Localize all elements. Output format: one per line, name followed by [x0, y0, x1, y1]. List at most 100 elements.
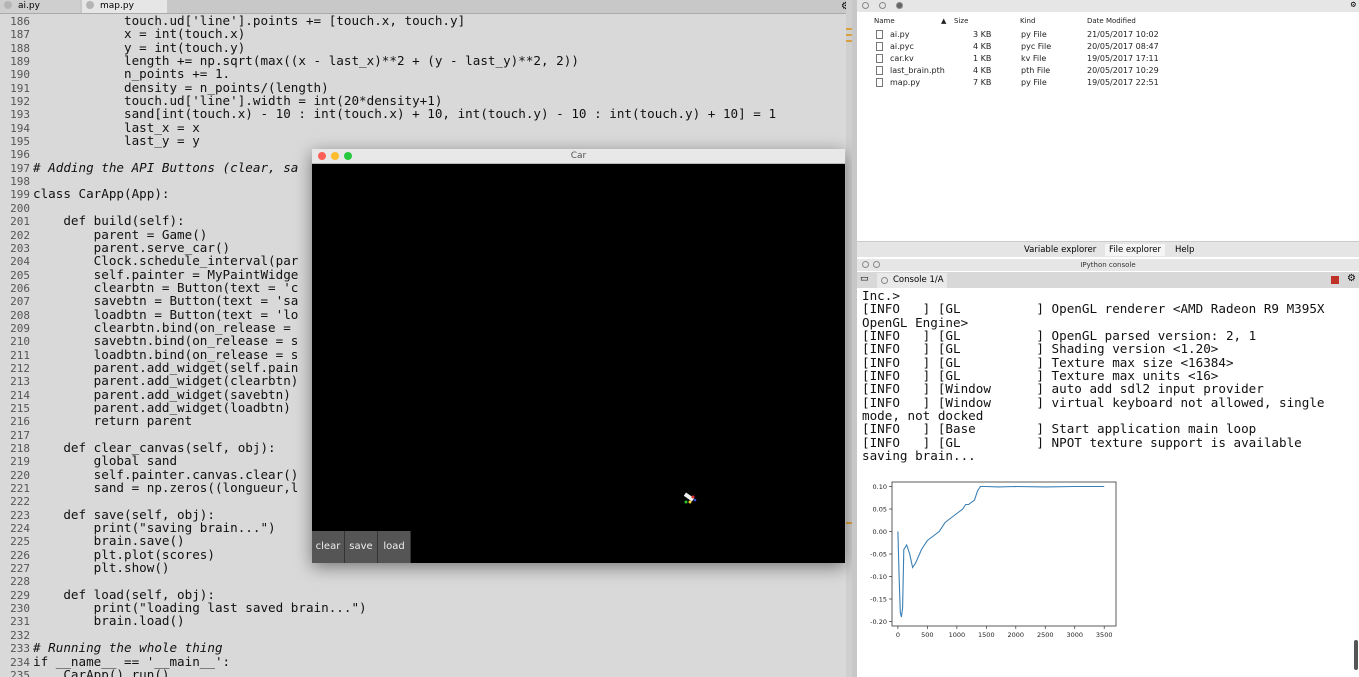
line-number: 228: [10, 575, 30, 589]
console-line: OpenGL Engine>: [862, 314, 969, 330]
code-line[interactable]: 227 plt.show(): [0, 561, 852, 575]
close-pane-icon[interactable]: [862, 261, 869, 268]
tab-label: map.py: [100, 1, 134, 11]
code-line[interactable]: 195 last_y = y: [0, 134, 852, 148]
file-row[interactable]: ai.pyc 4 KB pyc File 20/05/2017 08:47: [857, 41, 1359, 53]
file-size: 1 KB: [973, 54, 992, 63]
console-line: [INFO ] [Window ] auto add sdl2 input pr…: [862, 381, 1264, 397]
line-number: 204: [10, 255, 30, 269]
code-line[interactable]: 230 print("loading last saved brain..."): [0, 601, 852, 615]
car-window-titlebar[interactable]: Car: [312, 149, 845, 164]
car-window[interactable]: Car clear save load: [312, 149, 845, 563]
options-icon[interactable]: ⚙: [1351, 0, 1356, 10]
line-number: 190: [10, 68, 30, 82]
file-row[interactable]: car.kv 1 KB kv File 19/05/2017 17:11: [857, 53, 1359, 65]
file-kind: pyc File: [1021, 42, 1052, 51]
map-canvas[interactable]: clear save load: [312, 164, 845, 563]
x-tick-label: 2500: [1037, 631, 1054, 639]
line-number: 226: [10, 548, 30, 562]
tab-help[interactable]: Help: [1171, 244, 1198, 256]
column-kind[interactable]: Kind: [1020, 17, 1035, 25]
file-kind: py File: [1021, 30, 1047, 39]
code-line[interactable]: 188 y = int(touch.y): [0, 41, 852, 55]
column-size[interactable]: Size: [954, 17, 968, 25]
file-name: map.py: [890, 78, 921, 87]
line-number: 232: [10, 628, 30, 642]
code-line[interactable]: 235 CarApp().run(): [0, 668, 852, 677]
code-line[interactable]: 186 touch.ud['line'].points += [touch.x,…: [0, 14, 852, 28]
console-line: [INFO ] [GL ] NPOT texture support is av…: [862, 434, 1302, 450]
close-tab-icon[interactable]: [4, 1, 12, 9]
line-number: 235: [10, 668, 30, 677]
code-line[interactable]: 229 def load(self, obj):: [0, 588, 852, 602]
line-number: 189: [10, 55, 30, 69]
line-number: 225: [10, 535, 30, 549]
console-line: [INFO ] [Window ] virtual keyboard not a…: [862, 394, 1325, 410]
undock-pane-icon[interactable]: [873, 261, 880, 268]
line-number: 194: [10, 121, 30, 135]
console-scrollbar[interactable]: [1354, 640, 1358, 670]
file-kind: pth File: [1021, 66, 1051, 75]
line-number: 210: [10, 335, 30, 349]
code-line[interactable]: 192 touch.ud['line'].width = int(20*dens…: [0, 94, 852, 109]
code-line[interactable]: 194 last_x = x: [0, 121, 852, 135]
file-row[interactable]: ai.py 3 KB py File 21/05/2017 10:02: [857, 29, 1359, 41]
line-number: 211: [10, 348, 30, 362]
stop-icon[interactable]: [1331, 276, 1339, 284]
file-name: last_brain.pth: [890, 66, 945, 75]
close-tab-icon[interactable]: [881, 277, 888, 284]
column-name[interactable]: Name: [874, 17, 895, 25]
console-line: [INFO ] [GL ] OpenGL renderer <AMD Radeo…: [862, 301, 1325, 317]
tab-file-explorer[interactable]: File explorer: [1105, 244, 1166, 256]
minimize-window-icon[interactable]: [331, 152, 339, 160]
parent-dir-icon[interactable]: [896, 2, 903, 9]
line-number: 186: [10, 15, 30, 28]
line-number: 197: [10, 161, 30, 175]
tab-variable-explorer[interactable]: Variable explorer: [1020, 244, 1100, 256]
code-line[interactable]: 189 length += np.sqrt(max((x - last_x)**…: [0, 54, 852, 69]
code-line[interactable]: 187 x = int(touch.x): [0, 27, 852, 41]
options-icon[interactable]: ⚙: [1347, 273, 1356, 284]
line-number: 191: [10, 81, 30, 95]
console-output[interactable]: Inc.> [INFO ] [GL ] OpenGL renderer <AMD …: [862, 289, 1357, 463]
file-row[interactable]: last_brain.pth 4 KB pth File 20/05/2017 10:…: [857, 65, 1359, 77]
file-icon: [876, 66, 883, 75]
line-number: 214: [10, 388, 30, 402]
code-line[interactable]: 232: [0, 628, 852, 642]
line-number: 223: [10, 508, 30, 522]
x-tick-label: 3500: [1096, 631, 1113, 639]
tab-console[interactable]: Console 1/A: [877, 273, 947, 288]
line-number: 188: [10, 41, 30, 55]
back-icon[interactable]: [862, 2, 869, 9]
console-line: [INFO ] [GL ] Shading version <1.20>: [862, 341, 1219, 357]
tab-label: ai.py: [18, 1, 40, 11]
line-number: 192: [10, 95, 30, 109]
tab-map-py[interactable]: map.py: [82, 0, 167, 13]
tab-ai-py[interactable]: ai.py: [0, 0, 80, 13]
code-line[interactable]: 193 sand[int(touch.x) - 10 : int(touch.x…: [0, 107, 852, 121]
code-line[interactable]: 233 # Running the whole thing: [0, 641, 852, 655]
maximize-window-icon[interactable]: [344, 152, 352, 160]
code-line[interactable]: 190 n_points += 1.: [0, 67, 852, 82]
line-number: 224: [10, 522, 30, 536]
code-line[interactable]: 231 brain.load(): [0, 614, 852, 628]
y-tick-label: -0.10: [870, 573, 887, 581]
x-tick-label: 1000: [949, 631, 966, 639]
file-row[interactable]: map.py 7 KB py File 19/05/2017 22:51: [857, 77, 1359, 89]
code-line[interactable]: 228: [0, 574, 852, 589]
pane-title: IPython console: [1080, 261, 1136, 269]
code-line[interactable]: 234 if __name__ == '__main__':: [0, 654, 852, 668]
clear-button[interactable]: clear: [312, 531, 345, 563]
close-window-icon[interactable]: [318, 152, 326, 160]
folder-icon[interactable]: ▭: [860, 274, 869, 284]
forward-icon[interactable]: [879, 2, 886, 9]
file-icon: [876, 78, 883, 87]
x-tick-label: 1500: [978, 631, 995, 639]
load-button[interactable]: load: [378, 531, 411, 563]
code-line[interactable]: 191 density = n_points/(length): [0, 81, 852, 95]
save-button[interactable]: save: [345, 531, 378, 563]
line-number: 198: [10, 175, 30, 189]
file-name: ai.pyc: [890, 42, 914, 51]
column-date[interactable]: Date Modified: [1087, 17, 1136, 25]
close-tab-icon[interactable]: [86, 1, 94, 9]
